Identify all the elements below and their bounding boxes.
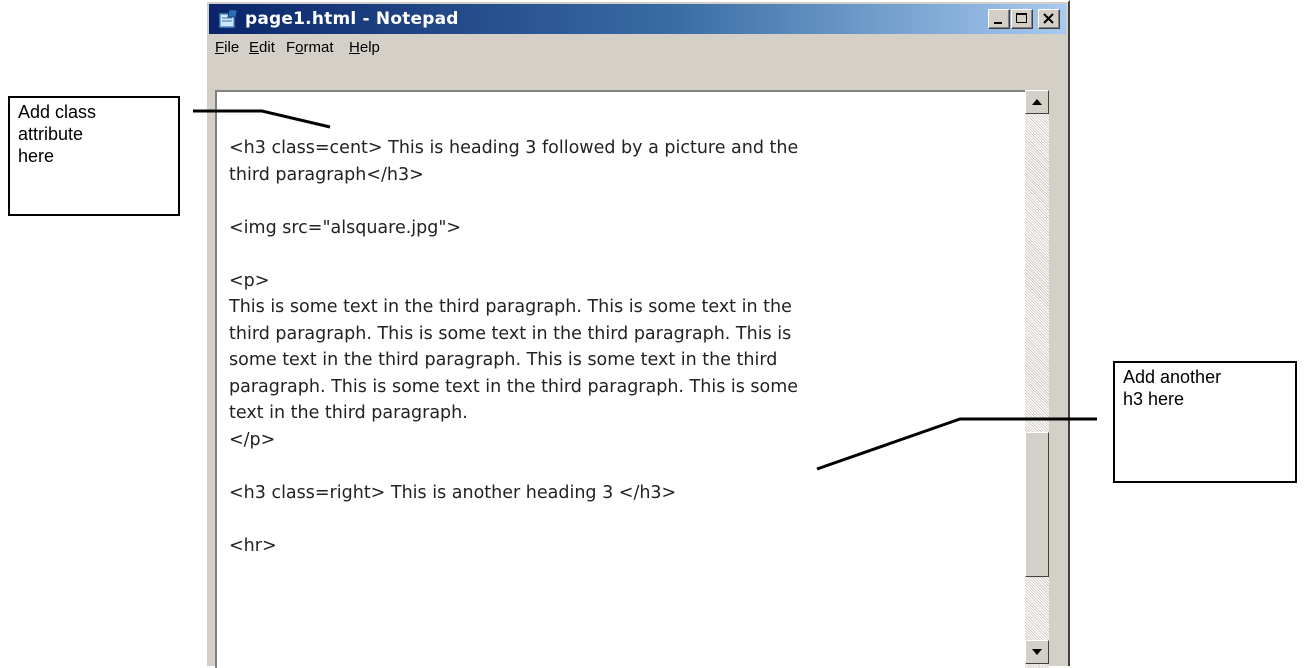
leader-line-right bbox=[816, 417, 1097, 471]
leader-line-left bbox=[193, 109, 331, 129]
annotation-leaders bbox=[193, 109, 1097, 471]
